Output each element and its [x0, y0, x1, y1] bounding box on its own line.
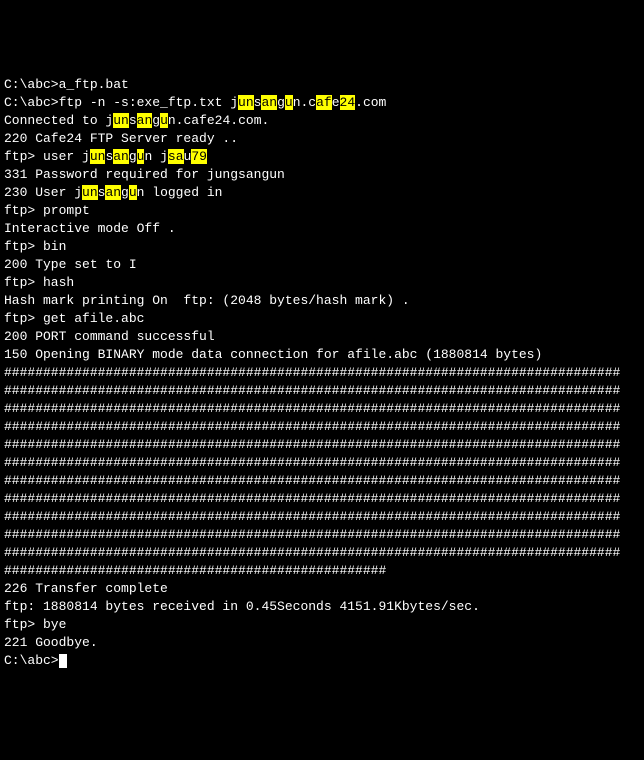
terminal-text: ########################################…: [4, 563, 386, 578]
terminal-text: ########################################…: [4, 365, 620, 380]
terminal-line: ########################################…: [4, 418, 640, 436]
terminal-text: ftp> user j: [4, 149, 90, 164]
terminal-text: n j: [144, 149, 167, 164]
highlighted-text: an: [261, 95, 277, 110]
terminal-line: ftp> get afile.abc: [4, 310, 640, 328]
terminal-line: 226 Transfer complete: [4, 580, 640, 598]
terminal-text: ftp> hash: [4, 275, 74, 290]
terminal-line: 331 Password required for jungsangun: [4, 166, 640, 184]
terminal-text: 150 Opening BINARY mode data connection …: [4, 347, 542, 362]
terminal-text: 200 PORT command successful: [4, 329, 215, 344]
terminal-text: ########################################…: [4, 383, 620, 398]
terminal-text: ########################################…: [4, 527, 620, 542]
terminal-text: 200 Type set to I: [4, 257, 137, 272]
terminal-text: g: [152, 113, 160, 128]
terminal-text: ftp> bin: [4, 239, 66, 254]
terminal-line: 230 User junsangun logged in: [4, 184, 640, 202]
terminal-text: 226 Transfer complete: [4, 581, 168, 596]
terminal-line: ftp> hash: [4, 274, 640, 292]
terminal-line: ########################################…: [4, 526, 640, 544]
terminal-text: ftp: 1880814 bytes received in 0.45Secon…: [4, 599, 480, 614]
terminal-line: C:\abc>a_ftp.bat: [4, 76, 640, 94]
terminal-line: ftp> bye: [4, 616, 640, 634]
highlighted-text: 79: [191, 149, 207, 164]
terminal-text: 221 Goodbye.: [4, 635, 98, 650]
terminal-text: ########################################…: [4, 473, 620, 488]
terminal-text: ########################################…: [4, 401, 620, 416]
highlighted-text: un: [113, 113, 129, 128]
terminal-text: g: [277, 95, 285, 110]
highlighted-text: af: [316, 95, 332, 110]
highlighted-text: un: [90, 149, 106, 164]
terminal-line: 220 Cafe24 FTP Server ready ..: [4, 130, 640, 148]
terminal-line: ftp> user junsangun jsau79: [4, 148, 640, 166]
terminal-line: ftp> bin: [4, 238, 640, 256]
terminal-text: s: [129, 113, 137, 128]
terminal-text: e: [332, 95, 340, 110]
terminal-text: g: [121, 185, 129, 200]
highlighted-text: an: [137, 113, 153, 128]
terminal-line: ftp> prompt: [4, 202, 640, 220]
terminal-text: ########################################…: [4, 545, 620, 560]
terminal-line: C:\abc>: [4, 652, 640, 670]
terminal-text: C:\abc>a_ftp.bat: [4, 77, 129, 92]
terminal-text: ftp> get afile.abc: [4, 311, 144, 326]
terminal-line: ########################################…: [4, 400, 640, 418]
terminal-line: ########################################…: [4, 436, 640, 454]
terminal-line: ########################################…: [4, 382, 640, 400]
terminal-line: ########################################…: [4, 544, 640, 562]
highlighted-text: u: [285, 95, 293, 110]
terminal-line: ftp: 1880814 bytes received in 0.45Secon…: [4, 598, 640, 616]
terminal-text: ########################################…: [4, 509, 620, 524]
terminal-text: C:\abc>ftp -n -s:exe_ftp.txt j: [4, 95, 238, 110]
terminal-line: C:\abc>ftp -n -s:exe_ftp.txt junsangun.c…: [4, 94, 640, 112]
highlighted-text: an: [113, 149, 129, 164]
highlighted-text: u: [129, 185, 137, 200]
terminal-line: Interactive mode Off .: [4, 220, 640, 238]
terminal-line: 150 Opening BINARY mode data connection …: [4, 346, 640, 364]
terminal-output[interactable]: C:\abc>a_ftp.bat C:\abc>ftp -n -s:exe_ftp…: [4, 76, 640, 670]
terminal-text: 230 User j: [4, 185, 82, 200]
highlighted-text: sa: [168, 149, 184, 164]
terminal-text: ########################################…: [4, 491, 620, 506]
terminal-text: ftp> bye: [4, 617, 66, 632]
terminal-text: g: [129, 149, 137, 164]
terminal-line: Hash mark printing On ftp: (2048 bytes/h…: [4, 292, 640, 310]
terminal-text: n.cafe24.com.: [168, 113, 269, 128]
terminal-text: 220 Cafe24 FTP Server ready ..: [4, 131, 238, 146]
cursor: [59, 654, 67, 668]
terminal-text: Interactive mode Off .: [4, 221, 176, 236]
terminal-line: ########################################…: [4, 490, 640, 508]
terminal-text: .com: [355, 95, 386, 110]
terminal-text: 331 Password required for jungsangun: [4, 167, 285, 182]
terminal-text: n.c: [293, 95, 316, 110]
terminal-line: ########################################…: [4, 364, 640, 382]
highlighted-text: u: [160, 113, 168, 128]
terminal-text: Hash mark printing On ftp: (2048 bytes/h…: [4, 293, 410, 308]
highlighted-text: un: [82, 185, 98, 200]
terminal-text: ########################################…: [4, 419, 620, 434]
terminal-line: ########################################…: [4, 472, 640, 490]
terminal-line: ########################################…: [4, 508, 640, 526]
highlighted-text: un: [238, 95, 254, 110]
terminal-text: Connected to j: [4, 113, 113, 128]
terminal-text: C:\abc>: [4, 653, 59, 668]
terminal-text: ftp> prompt: [4, 203, 90, 218]
terminal-line: Connected to junsangun.cafe24.com.: [4, 112, 640, 130]
terminal-line: 200 PORT command successful: [4, 328, 640, 346]
terminal-line: 200 Type set to I: [4, 256, 640, 274]
terminal-text: ########################################…: [4, 455, 620, 470]
terminal-line: ########################################…: [4, 454, 640, 472]
terminal-text: n logged in: [137, 185, 223, 200]
terminal-text: ########################################…: [4, 437, 620, 452]
highlighted-text: an: [105, 185, 121, 200]
terminal-line: 221 Goodbye.: [4, 634, 640, 652]
terminal-line: ########################################…: [4, 562, 640, 580]
highlighted-text: 24: [340, 95, 356, 110]
